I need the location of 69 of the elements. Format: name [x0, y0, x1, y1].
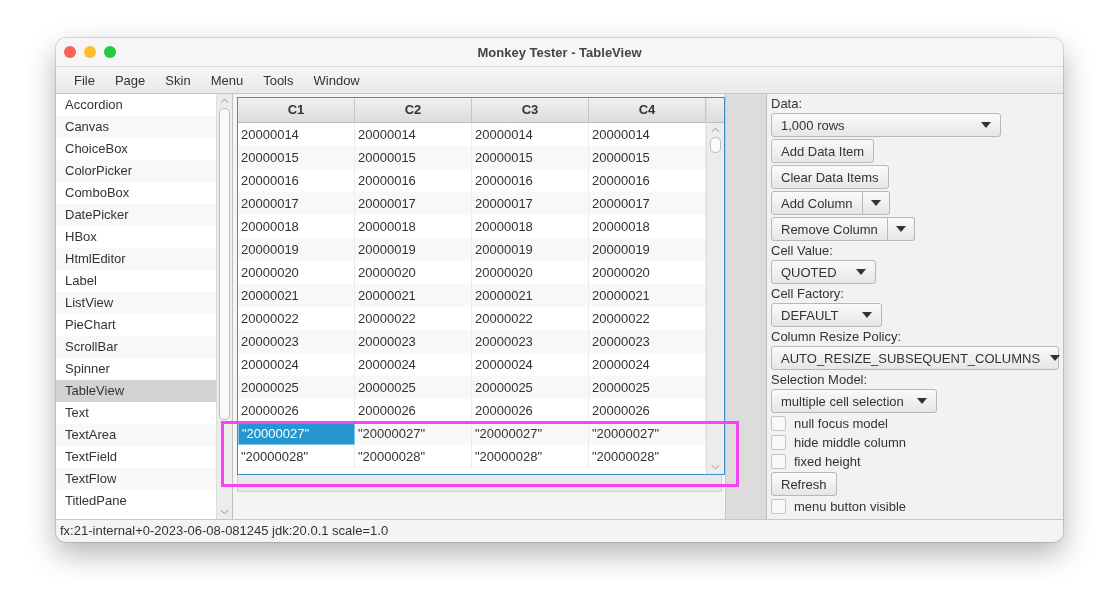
column-header[interactable]: C3: [472, 98, 589, 122]
checkbox-label: null focus model: [794, 416, 888, 431]
menu-item[interactable]: Page: [104, 72, 156, 88]
field-label: Column Resize Policy:: [771, 329, 902, 344]
sidebar-item[interactable]: Canvas: [56, 116, 216, 138]
menu-item[interactable]: Tools: [253, 72, 304, 88]
column-header[interactable]: C2: [355, 98, 472, 122]
caret-icon: [862, 312, 872, 318]
dropdown-button[interactable]: [862, 191, 890, 215]
field-label: Cell Factory:: [771, 286, 844, 301]
scrollbar-thumb[interactable]: [710, 137, 721, 153]
button[interactable]: Clear Data Items: [771, 165, 889, 189]
field-label: Data:: [771, 96, 803, 111]
field-label: Selection Model:: [771, 372, 868, 387]
column-header[interactable]: C1: [238, 98, 355, 122]
menu-item[interactable]: Skin: [155, 72, 201, 88]
checkbox-label: fixed height: [794, 454, 861, 469]
scrollbar-thumb[interactable]: [219, 108, 230, 420]
zoom-icon[interactable]: [104, 46, 116, 58]
dropdown-button[interactable]: [887, 217, 915, 241]
minimize-icon[interactable]: [84, 46, 96, 58]
scrollbar[interactable]: [216, 94, 232, 519]
field-label: Cell Value:: [771, 243, 833, 258]
button[interactable]: Refresh: [771, 472, 837, 496]
status-bar: fx:21-internal+0-2023-06-08-081245 jdk:20.0.1 scale=1.0: [56, 519, 1063, 542]
checkbox[interactable]: [771, 435, 786, 450]
button[interactable]: Remove Column: [771, 217, 888, 241]
caret-icon: [981, 122, 991, 128]
caret-icon: [870, 200, 881, 206]
caret-icon: [895, 226, 906, 232]
dropdown[interactable]: QUOTED: [771, 260, 876, 284]
close-icon[interactable]: [64, 46, 76, 58]
button[interactable]: Add Column: [771, 191, 863, 215]
dropdown[interactable]: 1,000 rows: [771, 113, 1001, 137]
scroll-up-icon[interactable]: [220, 98, 229, 104]
table-cell[interactable]: "20000028": [355, 445, 472, 468]
table-cell[interactable]: 20000026: [355, 399, 472, 422]
menu-item[interactable]: Window: [303, 72, 370, 88]
button[interactable]: Add Data Item: [771, 139, 875, 163]
checkbox-label: hide middle column: [794, 435, 906, 450]
table-cell[interactable]: "20000028": [238, 445, 355, 468]
dropdown[interactable]: multiple cell selection: [771, 389, 937, 413]
scroll-down-icon[interactable]: [220, 509, 229, 515]
sidebar-item[interactable]: ScrollBar: [56, 336, 216, 358]
checkbox[interactable]: [771, 416, 786, 431]
scroll-up-icon[interactable]: [711, 127, 720, 133]
table-cell[interactable]: 20000026: [472, 399, 589, 422]
checkbox[interactable]: [771, 454, 786, 469]
sidebar-item[interactable]: TableView: [56, 380, 216, 402]
sidebar-item[interactable]: ColorPicker: [56, 160, 216, 182]
table-cell[interactable]: "20000028": [472, 445, 589, 468]
caret-icon: [856, 269, 866, 275]
table-cell[interactable]: 20000026: [238, 399, 355, 422]
menu-item[interactable]: File: [64, 72, 105, 88]
dropdown[interactable]: AUTO_RESIZE_SUBSEQUENT_COLUMNS: [771, 346, 1059, 370]
sidebar-item[interactable]: TextArea: [56, 424, 216, 446]
sidebar-item[interactable]: HtmlEditor: [56, 248, 216, 270]
window-title: Monkey Tester - TableView: [477, 44, 642, 60]
checkbox[interactable]: [771, 499, 786, 514]
checkbox-label: menu button visible: [794, 499, 906, 514]
caret-icon: [917, 398, 927, 404]
scrollbar[interactable]: [706, 98, 724, 474]
dropdown[interactable]: DEFAULT: [771, 303, 882, 327]
caret-icon: [1050, 355, 1061, 361]
sidebar-item[interactable]: DatePicker: [56, 204, 216, 226]
sidebar-item[interactable]: ListView: [56, 292, 216, 314]
sidebar-item[interactable]: TextFlow: [56, 468, 216, 490]
menu-item[interactable]: Menu: [200, 72, 254, 88]
scroll-down-icon[interactable]: [711, 464, 720, 470]
